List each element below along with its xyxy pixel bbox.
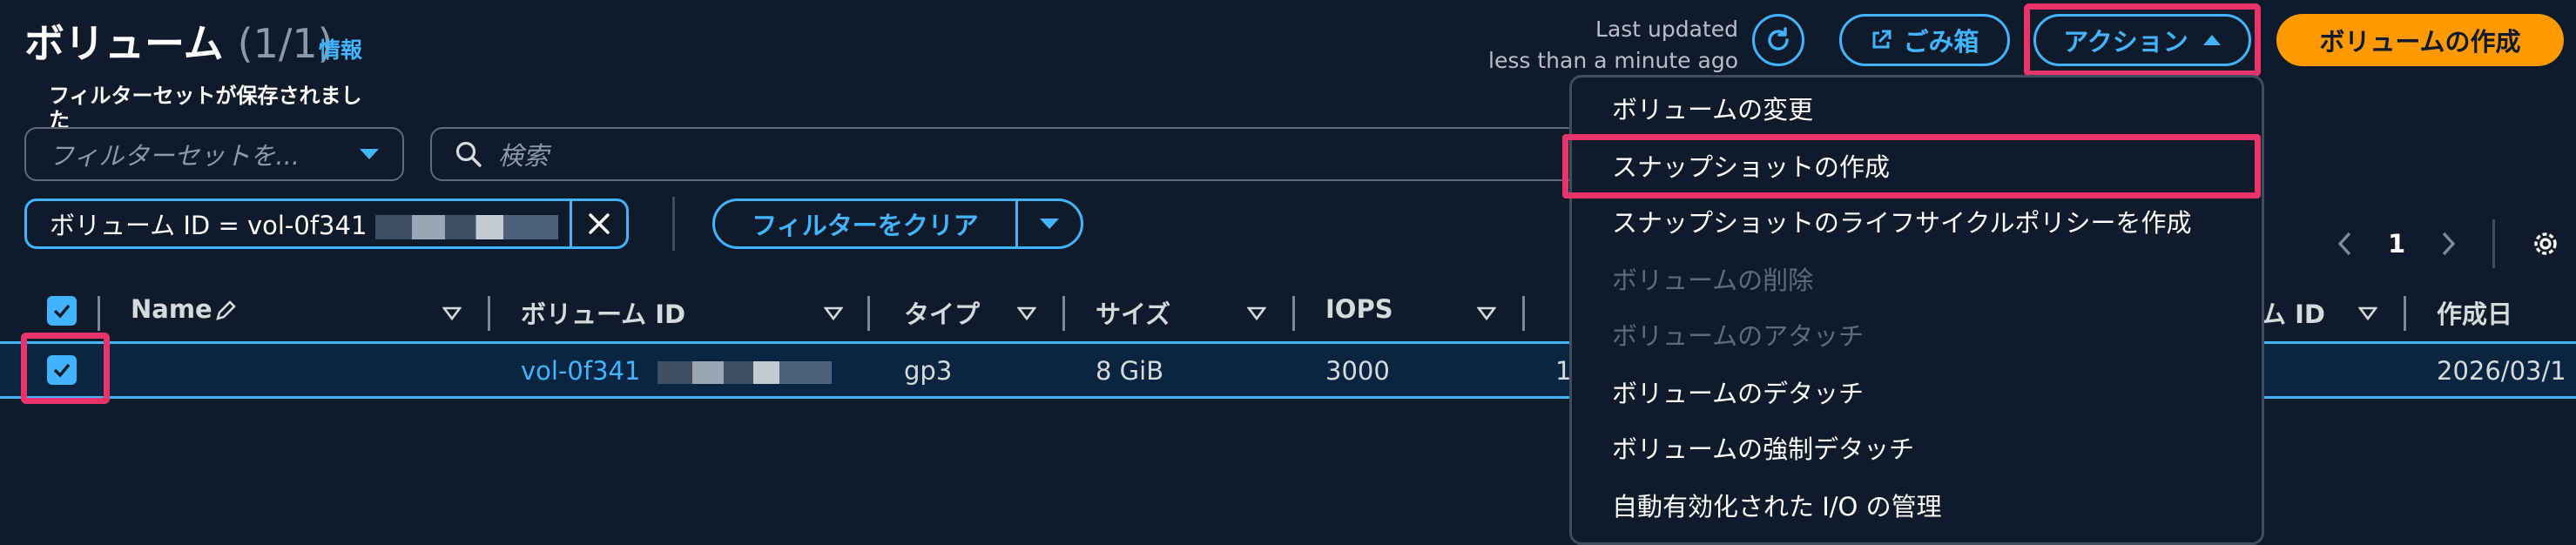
sort-icon[interactable] [442,306,462,320]
actions-button-label: アクション [2063,27,2188,57]
column-header-size[interactable]: サイズ [1096,294,1170,331]
cell-volume-id[interactable]: vol-0f341 [521,356,832,386]
clear-filters-label: フィルターをクリア [752,211,979,240]
column-divider [1062,296,1065,331]
filterset-select[interactable]: フィルターセットを... [24,127,404,181]
column-divider [867,296,870,331]
filter-token-label: ボリューム ID = vol-0f341 [50,211,368,240]
refresh-button[interactable] [1752,14,1804,66]
filterset-placeholder: フィルターセットを... [49,141,300,171]
cell-iops: 3000 [1325,356,1390,386]
trash-button-label: ごみ箱 [1903,27,1979,57]
column-divider [488,296,490,331]
gear-icon[interactable] [2530,228,2561,259]
pencil-icon [216,300,236,320]
remove-filter-button[interactable] [570,201,626,246]
annotation-highlight-row-checkbox [21,333,110,404]
column-header-created[interactable]: 作成日 [2437,294,2512,331]
external-link-icon [1872,30,1892,49]
sort-icon[interactable] [1477,306,1496,320]
menu-item-create-lifecycle-policy[interactable]: スナップショットのライフサイクルポリシーを作成 [1612,203,2192,239]
caret-up-icon [2202,35,2221,45]
column-header-snapshot-id[interactable]: ム ID [2261,294,2325,331]
page-title: ボリューム (1/1) [24,12,334,70]
refresh-icon [1768,27,1789,50]
column-header-type[interactable]: タイプ [904,294,980,331]
menu-item-manage-auto-enabled-io[interactable]: 自動有効化された I/O の管理 [1612,487,1942,523]
trash-button[interactable]: ごみ箱 [1839,14,2010,66]
sort-icon[interactable] [1017,306,1036,320]
search-placeholder: 検索 [498,141,550,171]
checkbox-checked-icon [53,304,71,319]
column-header-iops[interactable]: IOPS [1325,294,1393,324]
filterset-label: フィルターセットが保存されました [49,84,362,132]
pagination: 1 [2336,219,2561,268]
menu-item-modify-volume[interactable]: ボリュームの変更 [1612,90,1813,126]
cell-created: 2026/03/1 [2437,356,2566,386]
search-input[interactable]: 検索 [430,127,1580,181]
column-divider [1292,296,1295,331]
sort-icon[interactable] [824,306,843,320]
last-updated-label: Last updated [1595,17,1738,42]
sort-icon[interactable] [2358,306,2377,320]
redaction [657,361,832,384]
page-title-text: ボリューム [24,20,224,67]
close-icon [589,213,610,234]
caret-down-icon [360,149,379,159]
redaction [374,215,558,239]
column-divider [1522,296,1525,331]
column-header-name[interactable]: Name [131,294,212,324]
page-number[interactable]: 1 [2388,229,2405,259]
last-updated-value: less than a minute ago [1488,48,1738,73]
sort-icon[interactable] [1247,306,1266,320]
filter-token: ボリューム ID = vol-0f341 [24,198,629,249]
clear-filters-dropdown[interactable] [1015,201,1081,246]
create-volume-button[interactable]: ボリュームの作成 [2276,14,2564,66]
clear-filters-button[interactable]: フィルターをクリア [712,198,1083,249]
actions-button[interactable]: アクション [2033,14,2251,66]
menu-item-detach-volume[interactable]: ボリュームのデタッチ [1612,373,1864,410]
filter-token-label-wrap: ボリューム ID = vol-0f341 [27,205,570,242]
menu-item-force-detach-volume[interactable]: ボリュームの強制デタッチ [1612,429,1914,466]
menu-item-attach-volume: ボリュームのアタッチ [1612,321,1865,351]
menu-item-delete-volume: ボリュームの削除 [1612,266,1814,295]
search-icon [455,141,482,167]
pager-divider [2492,219,2496,268]
chevron-left-icon[interactable] [2336,231,2353,257]
cell-size: 8 GiB [1096,356,1164,386]
chevron-right-icon[interactable] [2440,231,2458,257]
cell-type: gp3 [904,356,953,386]
column-divider [98,296,100,331]
caret-down-icon [1040,219,1059,229]
column-header-volume-id[interactable]: ボリューム ID [521,294,685,331]
info-link[interactable]: 情報 [319,33,362,64]
last-updated: Last updated less than a minute ago [1488,14,1738,77]
filter-divider [672,197,675,251]
cell-volume-id-text[interactable]: vol-0f341 [521,356,640,386]
column-divider [2404,296,2406,331]
annotation-highlight-create-snapshot [1562,134,2261,198]
select-all-checkbox[interactable] [47,296,77,326]
